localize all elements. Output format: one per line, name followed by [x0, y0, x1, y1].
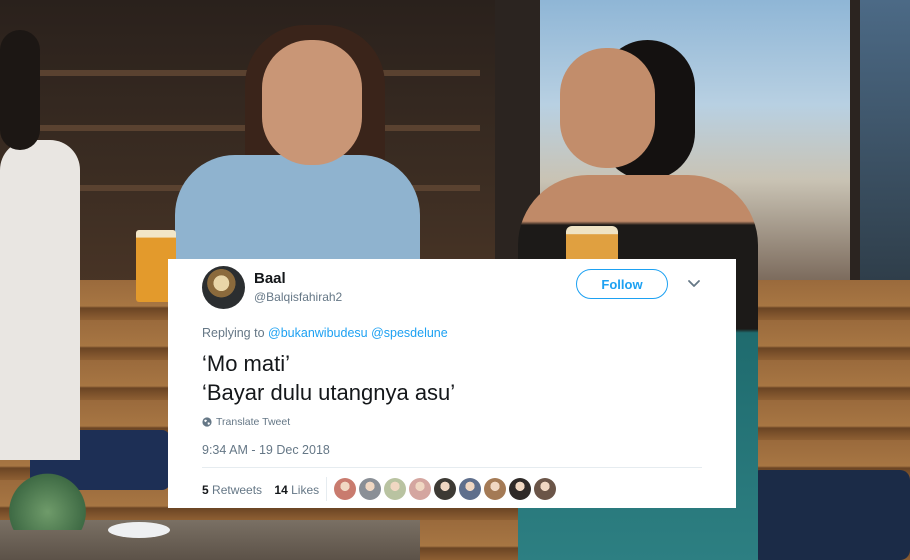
- tweet-stats: 5 Retweets 14 Likes: [202, 483, 319, 497]
- chevron-down-icon[interactable]: [686, 275, 702, 291]
- liker-avatar[interactable]: [509, 478, 531, 500]
- translate-tweet-link[interactable]: Translate Tweet: [202, 416, 290, 428]
- tweet-text-line: ‘Mo mati’: [202, 351, 291, 376]
- liker-avatar[interactable]: [534, 478, 556, 500]
- person-left-hair: [0, 30, 40, 150]
- globe-icon: [202, 417, 212, 427]
- display-name[interactable]: Baal: [254, 270, 286, 287]
- replying-prefix: Replying to: [202, 326, 265, 340]
- likes-count[interactable]: 14: [274, 483, 287, 497]
- retweets-label[interactable]: Retweets: [212, 483, 262, 497]
- liker-avatars: [334, 478, 556, 500]
- tweet-card: Baal @Balqisfahirah2 Follow Replying to …: [168, 259, 736, 508]
- liker-avatar[interactable]: [334, 478, 356, 500]
- replying-to: Replying to @bukanwibudesu @spesdelune: [202, 326, 448, 340]
- mention-link[interactable]: @spesdelune: [371, 326, 448, 340]
- retweets-count[interactable]: 5: [202, 483, 209, 497]
- follow-button[interactable]: Follow: [576, 269, 668, 299]
- tweet-text-line: ‘Bayar dulu utangnya asu’: [202, 380, 456, 405]
- liker-avatar[interactable]: [409, 478, 431, 500]
- avatar[interactable]: [202, 266, 245, 309]
- plant: [0, 470, 95, 530]
- translate-label[interactable]: Translate Tweet: [216, 416, 290, 428]
- stats-divider: [326, 477, 327, 501]
- divider: [202, 467, 702, 468]
- tweet-text: ‘Mo mati’ ‘Bayar dulu utangnya asu’: [202, 349, 455, 407]
- mention-link[interactable]: @bukanwibudesu: [268, 326, 368, 340]
- person-left: [0, 140, 80, 460]
- liker-avatar[interactable]: [484, 478, 506, 500]
- person-middle-head: [262, 40, 362, 165]
- right-window: [860, 0, 910, 300]
- coaster: [108, 522, 170, 538]
- likes-label[interactable]: Likes: [291, 483, 319, 497]
- person-right-head: [560, 48, 655, 168]
- user-handle[interactable]: @Balqisfahirah2: [254, 290, 342, 304]
- liker-avatar[interactable]: [359, 478, 381, 500]
- liker-avatar[interactable]: [434, 478, 456, 500]
- tweet-timestamp[interactable]: 9:34 AM - 19 Dec 2018: [202, 443, 330, 457]
- cushion: [750, 470, 910, 560]
- liker-avatar[interactable]: [459, 478, 481, 500]
- liker-avatar[interactable]: [384, 478, 406, 500]
